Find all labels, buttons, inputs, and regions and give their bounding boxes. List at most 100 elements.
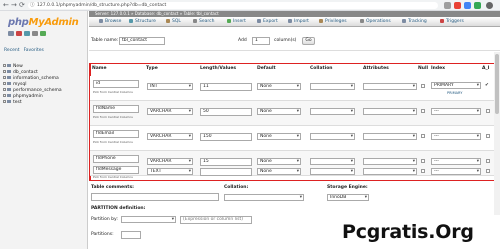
type-select[interactable]: INT bbox=[147, 83, 193, 90]
default-select[interactable]: None bbox=[257, 133, 301, 140]
settings-icon[interactable] bbox=[32, 31, 38, 36]
reload-navigation-icon[interactable] bbox=[40, 31, 46, 36]
tab-recent[interactable]: Recent bbox=[4, 48, 20, 53]
divider bbox=[89, 50, 500, 51]
header-null: Null bbox=[418, 66, 429, 71]
type-select[interactable]: TEXT bbox=[147, 168, 193, 175]
menu-sql[interactable]: SQL bbox=[166, 17, 181, 27]
collation-select[interactable] bbox=[310, 133, 355, 140]
phpmyadmin-logo[interactable]: phpMyAdmin bbox=[8, 17, 79, 28]
ai-checkbox[interactable]: ✔ bbox=[485, 83, 489, 88]
null-checkbox[interactable] bbox=[421, 169, 425, 173]
central-columns-link[interactable]: Pick from Central Columns bbox=[93, 175, 133, 179]
add-columns-input[interactable]: 1 bbox=[252, 37, 270, 45]
length-input[interactable]: 150 bbox=[200, 133, 252, 141]
extension-icon-2[interactable] bbox=[464, 2, 471, 9]
menu-import[interactable]: Import bbox=[288, 17, 309, 27]
column-name-input[interactable]: id bbox=[93, 80, 139, 88]
ai-checkbox[interactable] bbox=[486, 169, 490, 173]
help-icon[interactable] bbox=[24, 31, 30, 36]
default-select[interactable]: None bbox=[257, 168, 301, 175]
column-name-input[interactable]: fldName bbox=[93, 105, 139, 113]
tree-item-test[interactable]: test bbox=[3, 100, 62, 106]
scrollbar-thumb[interactable] bbox=[495, 54, 499, 114]
reload-icon[interactable]: ⟳ bbox=[19, 2, 25, 9]
default-select[interactable]: None bbox=[257, 83, 301, 90]
index-select[interactable]: --- bbox=[431, 168, 481, 175]
collation-select[interactable] bbox=[310, 83, 355, 90]
menu-privileges[interactable]: Privileges bbox=[319, 17, 347, 27]
ai-checkbox[interactable] bbox=[486, 134, 490, 138]
extension-icon[interactable] bbox=[454, 2, 461, 9]
null-checkbox[interactable] bbox=[421, 134, 425, 138]
central-columns-link[interactable]: Pick from Central Columns bbox=[93, 90, 133, 94]
length-input[interactable]: 11 bbox=[200, 83, 252, 91]
partition-expression-input[interactable]: (Expression or column list) bbox=[180, 216, 252, 224]
default-select[interactable]: None bbox=[257, 108, 301, 115]
menu-insert[interactable]: Insert bbox=[227, 17, 246, 27]
length-input[interactable] bbox=[200, 168, 252, 176]
attributes-select[interactable] bbox=[363, 168, 417, 175]
storage-engine-label: Storage Engine: bbox=[327, 185, 368, 190]
partition-by-select[interactable] bbox=[121, 216, 176, 223]
home-icon[interactable] bbox=[8, 31, 14, 36]
index-primary-link[interactable]: PRIMARY bbox=[447, 91, 462, 95]
menu-structure[interactable]: Structure bbox=[129, 17, 156, 27]
forward-icon[interactable]: → bbox=[11, 2, 17, 9]
index-select[interactable]: --- bbox=[431, 133, 481, 140]
storage-engine-select[interactable]: InnoDB bbox=[327, 194, 369, 201]
watermark: Pcgratis.Org bbox=[338, 215, 500, 249]
column-name-input[interactable]: fldPhone bbox=[93, 155, 139, 163]
central-columns-link[interactable]: Pick from Central Columns bbox=[93, 115, 133, 119]
header-ai: A_I bbox=[482, 66, 490, 71]
central-columns-link[interactable]: Pick from Central Columns bbox=[93, 140, 133, 144]
menu-operations[interactable]: Operations bbox=[360, 17, 391, 27]
index-select[interactable]: PRIMARY bbox=[431, 82, 481, 89]
logout-icon[interactable] bbox=[16, 31, 22, 36]
null-checkbox[interactable] bbox=[421, 84, 425, 88]
attributes-select[interactable] bbox=[363, 133, 417, 140]
attributes-select[interactable] bbox=[363, 83, 417, 90]
partition-title: PARTITION definition: bbox=[91, 206, 146, 211]
header-default: Default bbox=[257, 66, 276, 71]
url-field[interactable]: ⓘ 127.0.0.1/phpmyadmin/db_structure.php?d… bbox=[28, 2, 438, 9]
profile-icon[interactable] bbox=[486, 2, 493, 9]
attributes-select[interactable] bbox=[363, 108, 417, 115]
header-collation: Collation bbox=[310, 66, 333, 71]
database-tree: New db_contact information_schema mysql … bbox=[3, 64, 62, 106]
table-name-input[interactable]: tbl_contact bbox=[119, 37, 165, 45]
go-button[interactable]: Go bbox=[302, 37, 315, 45]
menu-search[interactable]: Search bbox=[193, 17, 214, 27]
menu-triggers[interactable]: Triggers bbox=[440, 17, 464, 27]
star-icon[interactable] bbox=[444, 2, 451, 9]
sidebar-tabs: Recent Favorites bbox=[4, 48, 48, 53]
table-comments-label: Table comments: bbox=[91, 185, 134, 190]
ai-checkbox[interactable] bbox=[486, 109, 490, 113]
null-checkbox[interactable] bbox=[421, 109, 425, 113]
columns-label: column(s) bbox=[274, 38, 297, 43]
type-select[interactable]: VARCHAR bbox=[147, 108, 193, 115]
partitions-input[interactable] bbox=[121, 231, 141, 239]
header-type: Type bbox=[146, 66, 158, 71]
add-label: Add bbox=[238, 38, 247, 43]
type-select[interactable]: VARCHAR bbox=[147, 133, 193, 140]
tab-favorites[interactable]: Favorites bbox=[24, 48, 44, 53]
table-collation-select[interactable] bbox=[224, 194, 304, 201]
menu-browse[interactable]: Browse bbox=[99, 17, 121, 27]
index-select[interactable]: --- bbox=[431, 108, 481, 115]
collation-select[interactable] bbox=[310, 108, 355, 115]
menu-export[interactable]: Export bbox=[257, 17, 278, 27]
info-icon: ⓘ bbox=[30, 3, 35, 8]
partitions-label: Partitions: bbox=[91, 232, 114, 237]
back-icon[interactable]: ← bbox=[3, 2, 9, 9]
table-comments-input[interactable] bbox=[91, 193, 219, 201]
column-name-input[interactable]: fldMessage bbox=[93, 166, 139, 174]
header-index: Index bbox=[431, 66, 446, 71]
column-name-input[interactable]: fldEmail bbox=[93, 130, 139, 138]
extension-icon-3[interactable] bbox=[474, 2, 481, 9]
length-input[interactable]: 50 bbox=[200, 108, 252, 116]
menu-tracking[interactable]: Tracking bbox=[402, 17, 427, 27]
sidebar: phpMyAdmin Recent Favorites New db_contac… bbox=[0, 11, 88, 249]
table-row: fldEmail Pick from Central Columns VARCH… bbox=[90, 126, 499, 151]
collation-select[interactable] bbox=[310, 168, 355, 175]
